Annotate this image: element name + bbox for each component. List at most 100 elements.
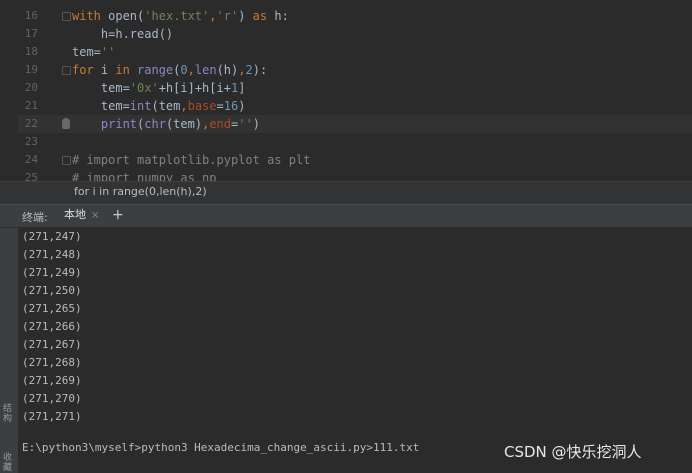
code-text[interactable]: print(chr(tem),end='') [72,115,260,133]
code-token: , [187,63,195,77]
terminal-output[interactable]: E:\python3\myself>python3 Hexadecima_cha… [18,227,692,473]
terminal-output-line: (271,249) [22,266,82,279]
code-editor[interactable]: 16 with open('hex.txt','r') as h: 17 h=h.r… [0,0,692,181]
terminal-prompt[interactable]: E:\python3\myself>python3 Hexadecima_cha… [22,441,419,454]
code-token: as [252,9,275,23]
code-token: end [209,117,231,131]
line-number: 25 [24,171,38,181]
code-token: ) [252,117,260,131]
code-token: 'hex.txt' [144,9,210,23]
terminal-output-line: (271,271) [22,410,82,423]
code-line[interactable]: 20 tem='0x'+h[i]+h[i+1] [18,79,692,97]
intention-bulb-icon[interactable] [62,118,70,129]
code-token: tem= [72,81,130,95]
code-token: h: [274,9,289,23]
code-line[interactable]: 19 for i in range(0,len(h),2): [18,61,692,79]
code-token: len [194,63,217,77]
code-line[interactable]: 17 h=h.read() [18,25,692,43]
code-token: in [115,63,138,77]
code-text[interactable]: tem='' [72,43,115,61]
code-text[interactable]: # import numpy as np [72,169,217,181]
line-number: 16 [24,9,38,22]
code-text[interactable]: # import matplotlib.pyplot as plt [72,151,310,169]
code-token: print [100,117,138,131]
line-number: 21 [24,99,38,112]
code-token: '' [238,117,253,131]
code-token: base [187,99,217,113]
terminal-output-line: (271,266) [22,320,82,333]
code-token: with [72,9,109,23]
tab-local[interactable]: 本地 × [56,205,108,229]
code-text[interactable]: with open('hex.txt','r') as h: [72,7,289,25]
code-token: i [100,63,116,77]
terminal-label: 终端: [22,211,48,224]
terminal-output-line: (271,270) [22,392,82,405]
code-token: for [72,63,101,77]
terminal-output-line: (271,269) [22,374,82,387]
terminal-output-line: (271,265) [22,302,82,315]
terminal-output-line: (271,250) [22,284,82,297]
line-number: 17 [24,27,38,40]
code-token: tem= [72,45,101,59]
terminal-output-line: (271,247) [22,230,82,243]
add-tab-button[interactable]: + [112,206,124,224]
code-token: (tem [151,99,181,113]
code-token: 2 [245,63,253,77]
code-token: '0x' [129,81,159,95]
terminal-output-line: (271,248) [22,248,82,261]
code-line[interactable]: 21 tem=int(tem,base=16) [18,97,692,115]
structure-tool-tab[interactable]: 结构 [3,404,15,424]
line-number: 23 [24,135,38,148]
code-token: , [180,99,188,113]
code-token: # import numpy as np [72,171,217,181]
code-token: # import matplotlib.pyplot as plt [72,153,311,167]
watermark: CSDN @快乐挖洞人 [504,443,642,461]
code-token: h=h.read() [72,27,174,41]
line-number: 18 [24,45,38,58]
code-token: 16 [223,99,239,113]
fold-marker-icon[interactable] [62,66,71,75]
code-token: , [209,9,217,23]
code-token: ] [238,81,246,95]
code-token: range [137,63,174,77]
code-token: open [108,9,138,23]
code-line[interactable]: 16 with open('hex.txt','r') as h: [18,7,692,25]
code-line[interactable]: 25 # import numpy as np [18,169,692,181]
close-icon[interactable]: × [91,210,99,221]
code-line[interactable]: 23 [18,133,692,151]
line-number: 22 [24,117,38,130]
tab-local-label: 本地 [64,208,86,221]
code-token: (tem) [165,117,203,131]
code-token: ): [252,63,268,77]
code-text[interactable]: for i in range(0,len(h),2): [72,61,267,79]
code-token: chr [144,117,166,131]
code-token: (h) [216,63,239,77]
fold-marker-icon[interactable] [62,156,71,165]
fold-marker-icon[interactable] [62,12,71,21]
line-number: 20 [24,81,38,94]
code-token: +h[i]+h[i+ [158,81,231,95]
line-number: 24 [24,153,38,166]
code-line[interactable]: 24 # import matplotlib.pyplot as plt [18,151,692,169]
code-token: ) [238,99,246,113]
terminal-tab-bar: 终端: 本地 × + [0,204,692,229]
favorites-tool-tab[interactable]: 收藏 [3,453,15,473]
terminal-output-line: (271,267) [22,338,82,351]
code-token: 'r' [216,9,239,23]
code-line[interactable]: 18 tem='' [18,43,692,61]
code-line[interactable]: 22 print(chr(tem),end='') [18,115,692,133]
code-token: '' [100,45,116,59]
code-token: tem= [72,99,130,113]
code-text[interactable]: h=h.read() [72,25,173,43]
code-token: ) [238,9,253,23]
terminal-output-line: (271,268) [22,356,82,369]
breadcrumb[interactable]: for i in range(0,len(h),2) [0,181,692,204]
code-text[interactable]: tem='0x'+h[i]+h[i+1] [72,79,246,97]
code-text[interactable]: tem=int(tem,base=16) [72,97,246,115]
breadcrumb-item[interactable]: for i in range(0,len(h),2) [74,185,207,198]
code-token: int [129,99,152,113]
code-token: 0 [180,63,188,77]
code-token: = [216,99,224,113]
line-number: 19 [24,63,38,76]
